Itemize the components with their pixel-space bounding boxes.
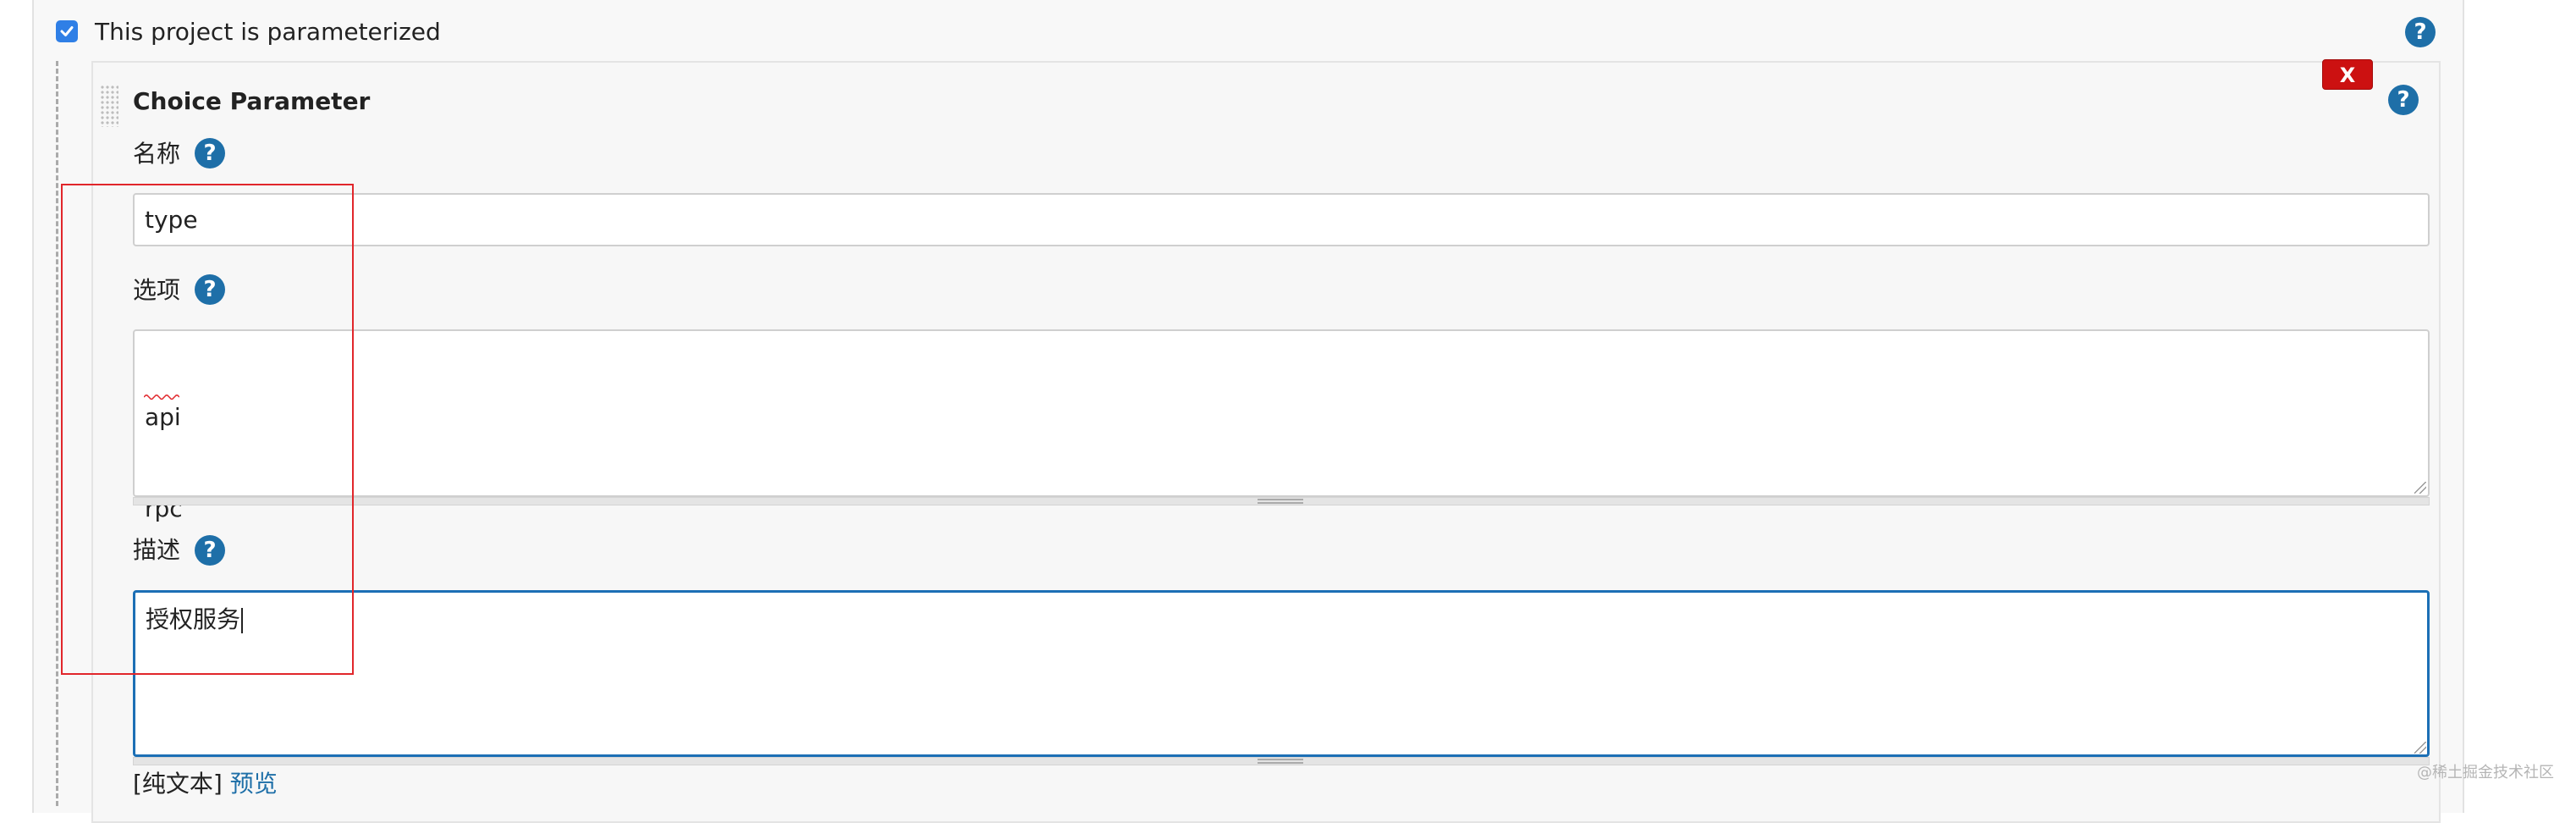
choices-textarea[interactable]: api rpc bbox=[133, 329, 2430, 522]
name-help-icon[interactable]: ? bbox=[195, 138, 225, 168]
parameterized-checkbox[interactable] bbox=[56, 20, 78, 42]
description-format: [纯文本] 预览 bbox=[133, 769, 278, 799]
checkmark-icon bbox=[60, 26, 74, 36]
resize-corner-icon[interactable] bbox=[2414, 482, 2426, 494]
preview-link[interactable]: 预览 bbox=[230, 770, 278, 798]
parameterized-label: This project is parameterized bbox=[95, 18, 441, 46]
parameter-title: Choice Parameter bbox=[133, 87, 371, 115]
watermark: @稀土掘金技术社区 bbox=[2417, 764, 2554, 782]
delete-parameter-button[interactable]: X bbox=[2322, 59, 2373, 90]
plain-text-label: [纯文本] bbox=[133, 770, 223, 798]
grip-icon[interactable] bbox=[1258, 759, 1303, 764]
nesting-guide bbox=[56, 61, 58, 806]
help-icon[interactable]: ? bbox=[2405, 17, 2436, 47]
name-label: 名称 bbox=[133, 140, 181, 168]
grip-icon[interactable] bbox=[1258, 499, 1303, 504]
choice-option: api bbox=[145, 403, 181, 431]
name-input[interactable]: type bbox=[133, 193, 2430, 246]
highlight-annotation-box bbox=[61, 184, 354, 675]
resize-corner-icon[interactable] bbox=[2414, 742, 2426, 754]
parameter-help-icon[interactable]: ? bbox=[2388, 85, 2419, 115]
drag-handle-icon[interactable] bbox=[100, 85, 118, 127]
description-textarea[interactable]: 授权服务 bbox=[133, 590, 2430, 757]
